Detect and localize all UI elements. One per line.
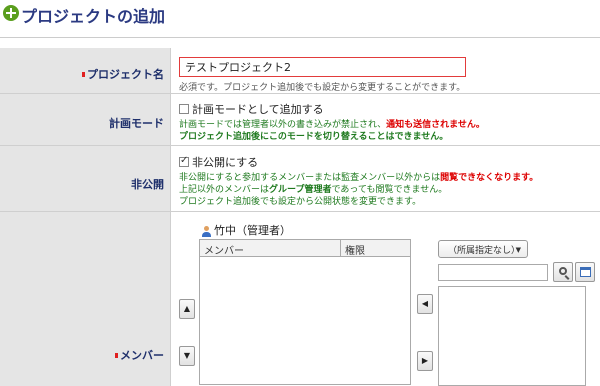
members-row: メンバー 竹中（管理者） メンバー 権限 ▲ ▼ ◀ ▶ （所属指定なし） ▼ <box>0 212 600 386</box>
private-checkbox[interactable] <box>179 155 189 167</box>
search-icon-handle <box>564 275 570 280</box>
plan-mode-note-2: プロジェクト追加後にこのモードを切り替えることはできません。 <box>179 132 449 142</box>
move-down-button[interactable]: ▼ <box>179 346 195 366</box>
project-name-label: プロジェクト名 <box>82 66 164 82</box>
private-checkbox-wrap[interactable]: 非公開にする <box>179 154 258 170</box>
plan-mode-checkbox[interactable] <box>179 104 189 114</box>
project-name-label-cell: プロジェクト名 <box>0 48 171 93</box>
search-icon <box>559 267 567 275</box>
candidate-member-list[interactable] <box>438 286 586 386</box>
chevron-down-icon: ▼ <box>515 246 521 254</box>
arrow-left-icon: ◀ <box>421 299 429 308</box>
group-select[interactable]: （所属指定なし） ▼ <box>438 240 528 258</box>
member-table[interactable]: メンバー 権限 <box>199 239 411 385</box>
project-name-hint: 必須です。プロジェクト追加後でも設定から変更することができます。 <box>179 83 466 93</box>
required-marker <box>82 71 85 77</box>
project-name-row: プロジェクト名 必須です。プロジェクト追加後でも設定から変更することができます。 <box>0 48 600 94</box>
member-column-header[interactable]: メンバー <box>204 242 244 257</box>
private-label: 非公開 <box>131 178 164 191</box>
members-label: メンバー <box>115 347 164 363</box>
arrow-up-icon: ▲ <box>183 304 191 313</box>
private-label-cell: 非公開 <box>0 146 171 211</box>
private-checkbox-label[interactable]: 非公開にする <box>192 156 258 169</box>
column-divider <box>340 240 341 257</box>
add-member-button[interactable]: ◀ <box>417 294 433 314</box>
members-label-cell: メンバー <box>0 212 171 386</box>
address-book-button[interactable] <box>575 262 595 282</box>
members-content: 竹中（管理者） メンバー 権限 ▲ ▼ ◀ ▶ （所属指定なし） ▼ <box>171 212 600 386</box>
user-icon <box>201 225 212 237</box>
group-select-value: （所属指定なし） <box>448 246 521 256</box>
plan-mode-label: 計画モード <box>109 117 164 130</box>
page-header: プロジェクトの追加 <box>0 0 600 38</box>
page-title: プロジェクトの追加 <box>21 7 166 26</box>
plan-mode-label-cell: 計画モード <box>0 94 171 145</box>
private-note-3: プロジェクト追加後でも設定から公開状態を変更できます。 <box>179 197 422 207</box>
remove-member-button[interactable]: ▶ <box>417 351 433 371</box>
search-button[interactable] <box>553 262 573 282</box>
member-search-input[interactable] <box>438 264 548 281</box>
arrow-right-icon: ▶ <box>421 356 429 365</box>
add-icon <box>3 5 19 21</box>
address-book-icon <box>580 267 591 277</box>
member-table-header: メンバー 権限 <box>200 240 410 257</box>
private-content: 非公開にする 非公開にすると参加するメンバーまたは監査メンバー以外からは閲覧でき… <box>171 146 600 211</box>
plan-mode-content: 計画モードとして追加する 計画モードでは管理者以外の書き込みが禁止され、通知も送… <box>171 94 600 145</box>
plan-mode-checkbox-wrap[interactable]: 計画モードとして追加する <box>179 101 324 117</box>
arrow-down-icon: ▼ <box>183 351 191 360</box>
role-column-header[interactable]: 権限 <box>345 242 365 257</box>
project-name-content: 必須です。プロジェクト追加後でも設定から変更することができます。 <box>171 48 600 93</box>
private-row: 非公開 非公開にする 非公開にすると参加するメンバーまたは監査メンバー以外からは… <box>0 146 600 212</box>
plan-mode-row: 計画モード 計画モードとして追加する 計画モードでは管理者以外の書き込みが禁止さ… <box>0 94 600 146</box>
owner-label: 竹中（管理者） <box>201 222 291 238</box>
required-marker <box>115 352 118 358</box>
project-name-input[interactable] <box>179 57 466 77</box>
plan-mode-checkbox-label[interactable]: 計画モードとして追加する <box>192 103 324 116</box>
move-up-button[interactable]: ▲ <box>179 299 195 319</box>
